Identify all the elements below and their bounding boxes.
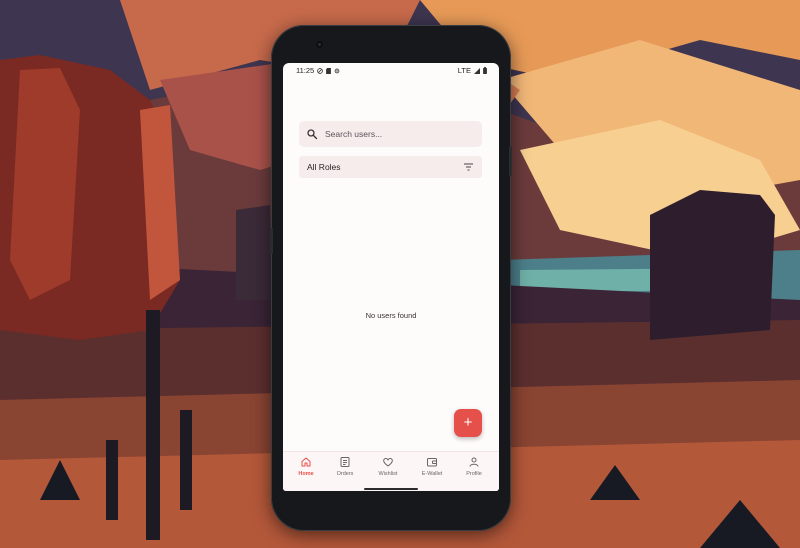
- status-right: LTE: [458, 66, 487, 75]
- bottom-navigation: Home Orders Wishlist E-Wallet Profile: [283, 451, 499, 491]
- wallet-icon: [427, 458, 437, 467]
- status-bar: 11:25 LTE: [283, 63, 499, 77]
- search-icon: [307, 129, 318, 140]
- power-button: [509, 146, 512, 176]
- status-left: 11:25: [296, 66, 340, 75]
- person-icon: [469, 457, 479, 467]
- search-input[interactable]: [325, 121, 475, 147]
- battery-icon: [483, 67, 487, 74]
- signal-icon: [474, 67, 480, 74]
- home-indicator[interactable]: [364, 488, 418, 490]
- role-filter-dropdown[interactable]: All Roles: [299, 156, 482, 178]
- filter-icon: [464, 163, 473, 171]
- role-filter-label: All Roles: [307, 162, 341, 172]
- nav-label-wishlist: Wishlist: [378, 471, 398, 477]
- orders-icon: [340, 457, 350, 467]
- add-user-button[interactable]: +: [454, 409, 482, 437]
- nav-item-wishlist[interactable]: Wishlist: [368, 456, 408, 482]
- nav-item-profile[interactable]: Profile: [454, 456, 494, 482]
- network-type: LTE: [457, 66, 471, 75]
- status-time: 11:25: [296, 66, 315, 75]
- search-bar[interactable]: [299, 121, 482, 147]
- volume-button: [270, 228, 273, 254]
- empty-state-message: No users found: [365, 311, 417, 320]
- nav-item-ewallet[interactable]: E-Wallet: [412, 456, 452, 482]
- heart-icon: [383, 457, 393, 467]
- nav-label-home: Home: [298, 471, 314, 477]
- no-disturb-icon: [317, 67, 324, 74]
- location-icon: [334, 68, 340, 73]
- nav-label-profile: Profile: [466, 471, 482, 477]
- nav-item-home[interactable]: Home: [286, 456, 326, 482]
- nav-label-orders: Orders: [336, 471, 354, 477]
- front-camera: [316, 41, 323, 48]
- nav-item-orders[interactable]: Orders: [325, 456, 365, 482]
- nav-label-ewallet: E-Wallet: [421, 471, 443, 477]
- sd-card-icon: [326, 67, 332, 74]
- home-icon: [301, 457, 311, 467]
- app-screen: 11:25 LTE All Roles No users found +: [283, 63, 499, 491]
